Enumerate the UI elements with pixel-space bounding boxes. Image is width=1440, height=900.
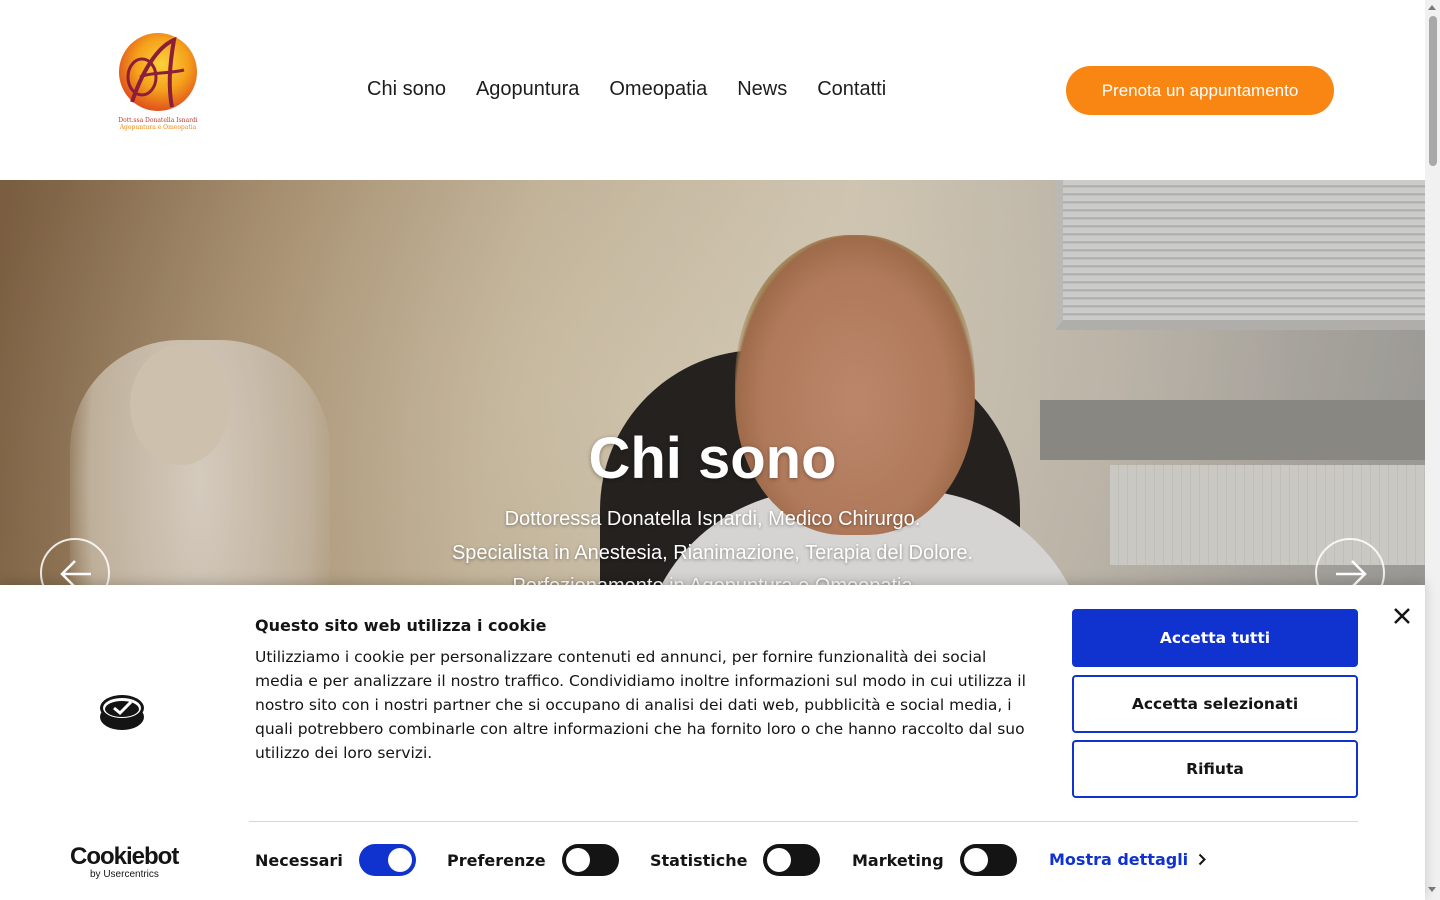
accept-selected-button[interactable]: Accetta selezionati (1072, 675, 1358, 733)
switch-knob (565, 848, 590, 872)
scrollbar-thumb[interactable] (1429, 16, 1437, 166)
cookiebot-brand-name: Cookiebot (70, 843, 179, 870)
hero-title: Chi sono (588, 426, 837, 491)
cookiebot-brand-sub: by Usercentrics (90, 869, 159, 880)
cookiebot-logo: Cookiebot by Usercentrics (70, 843, 179, 881)
switch-knob (767, 848, 792, 872)
cookie-consent-banner: Questo sito web utilizza i cookie Utiliz… (0, 585, 1425, 900)
cookie-shield-icon (99, 693, 145, 735)
nav-item-chi-sono[interactable]: Chi sono (352, 74, 461, 104)
scroll-down-arrow-icon[interactable] (1428, 887, 1436, 892)
reject-button[interactable]: Rifiuta (1072, 740, 1358, 798)
site-header: Dott.ssa Donatella Isnardi Agopuntura e … (0, 0, 1425, 180)
hero-subtitle-line-2: Specialista in Anestesia, Rianimazione, … (451, 542, 974, 564)
cookie-title: Questo sito web utilizza i cookie (255, 616, 547, 635)
necessari-switch[interactable] (358, 844, 416, 876)
toggle-label-necessari: Necessari (255, 850, 343, 870)
nav-item-agopuntura[interactable]: Agopuntura (461, 74, 594, 104)
nav-item-omeopatia[interactable]: Omeopatia (594, 74, 722, 104)
nav-item-news[interactable]: News (722, 74, 802, 104)
toggle-label-preferenze: Preferenze (447, 850, 546, 870)
page-scrollbar[interactable] (1425, 0, 1440, 900)
show-details-label: Mostra dettagli (1049, 850, 1189, 869)
marketing-switch[interactable] (959, 844, 1017, 876)
book-appointment-button[interactable]: Prenota un appuntamento (1066, 66, 1334, 115)
switch-knob (387, 848, 412, 872)
toggle-label-marketing: Marketing (852, 850, 944, 870)
chevron-right-icon (1198, 853, 1207, 866)
logo-caption: Dott.ssa Donatella Isnardi Agopuntura e … (112, 117, 204, 131)
preferenze-switch[interactable] (561, 844, 619, 876)
cookie-divider (249, 821, 1358, 822)
toggle-label-statistiche: Statistiche (650, 850, 748, 870)
logo-emblem-icon (119, 33, 197, 111)
cookie-description: Utilizziamo i cookie per personalizzare … (255, 648, 1026, 762)
logo-caption-specialty: Agopuntura e Omeopatia (119, 124, 197, 131)
logo-caption-name: Dott.ssa Donatella Isnardi (118, 117, 198, 124)
switch-knob (963, 848, 988, 872)
toggle-marketing: Marketing (852, 844, 1017, 876)
nav-item-contatti[interactable]: Contatti (802, 74, 901, 104)
show-details-link[interactable]: Mostra dettagli (1049, 850, 1207, 869)
scroll-up-arrow-icon[interactable] (1428, 5, 1436, 10)
toggle-preferenze: Preferenze (447, 844, 619, 876)
toggle-necessari: Necessari (255, 844, 416, 876)
close-icon[interactable] (1393, 607, 1411, 625)
accept-all-button[interactable]: Accetta tutti (1072, 609, 1358, 667)
main-nav: Chi sono Agopuntura Omeopatia News Conta… (352, 74, 901, 104)
statistiche-switch[interactable] (763, 844, 821, 876)
hero-subtitle-line-1: Dottoressa Donatella Isnardi, Medico Chi… (504, 508, 921, 530)
toggle-statistiche: Statistiche (650, 844, 821, 876)
